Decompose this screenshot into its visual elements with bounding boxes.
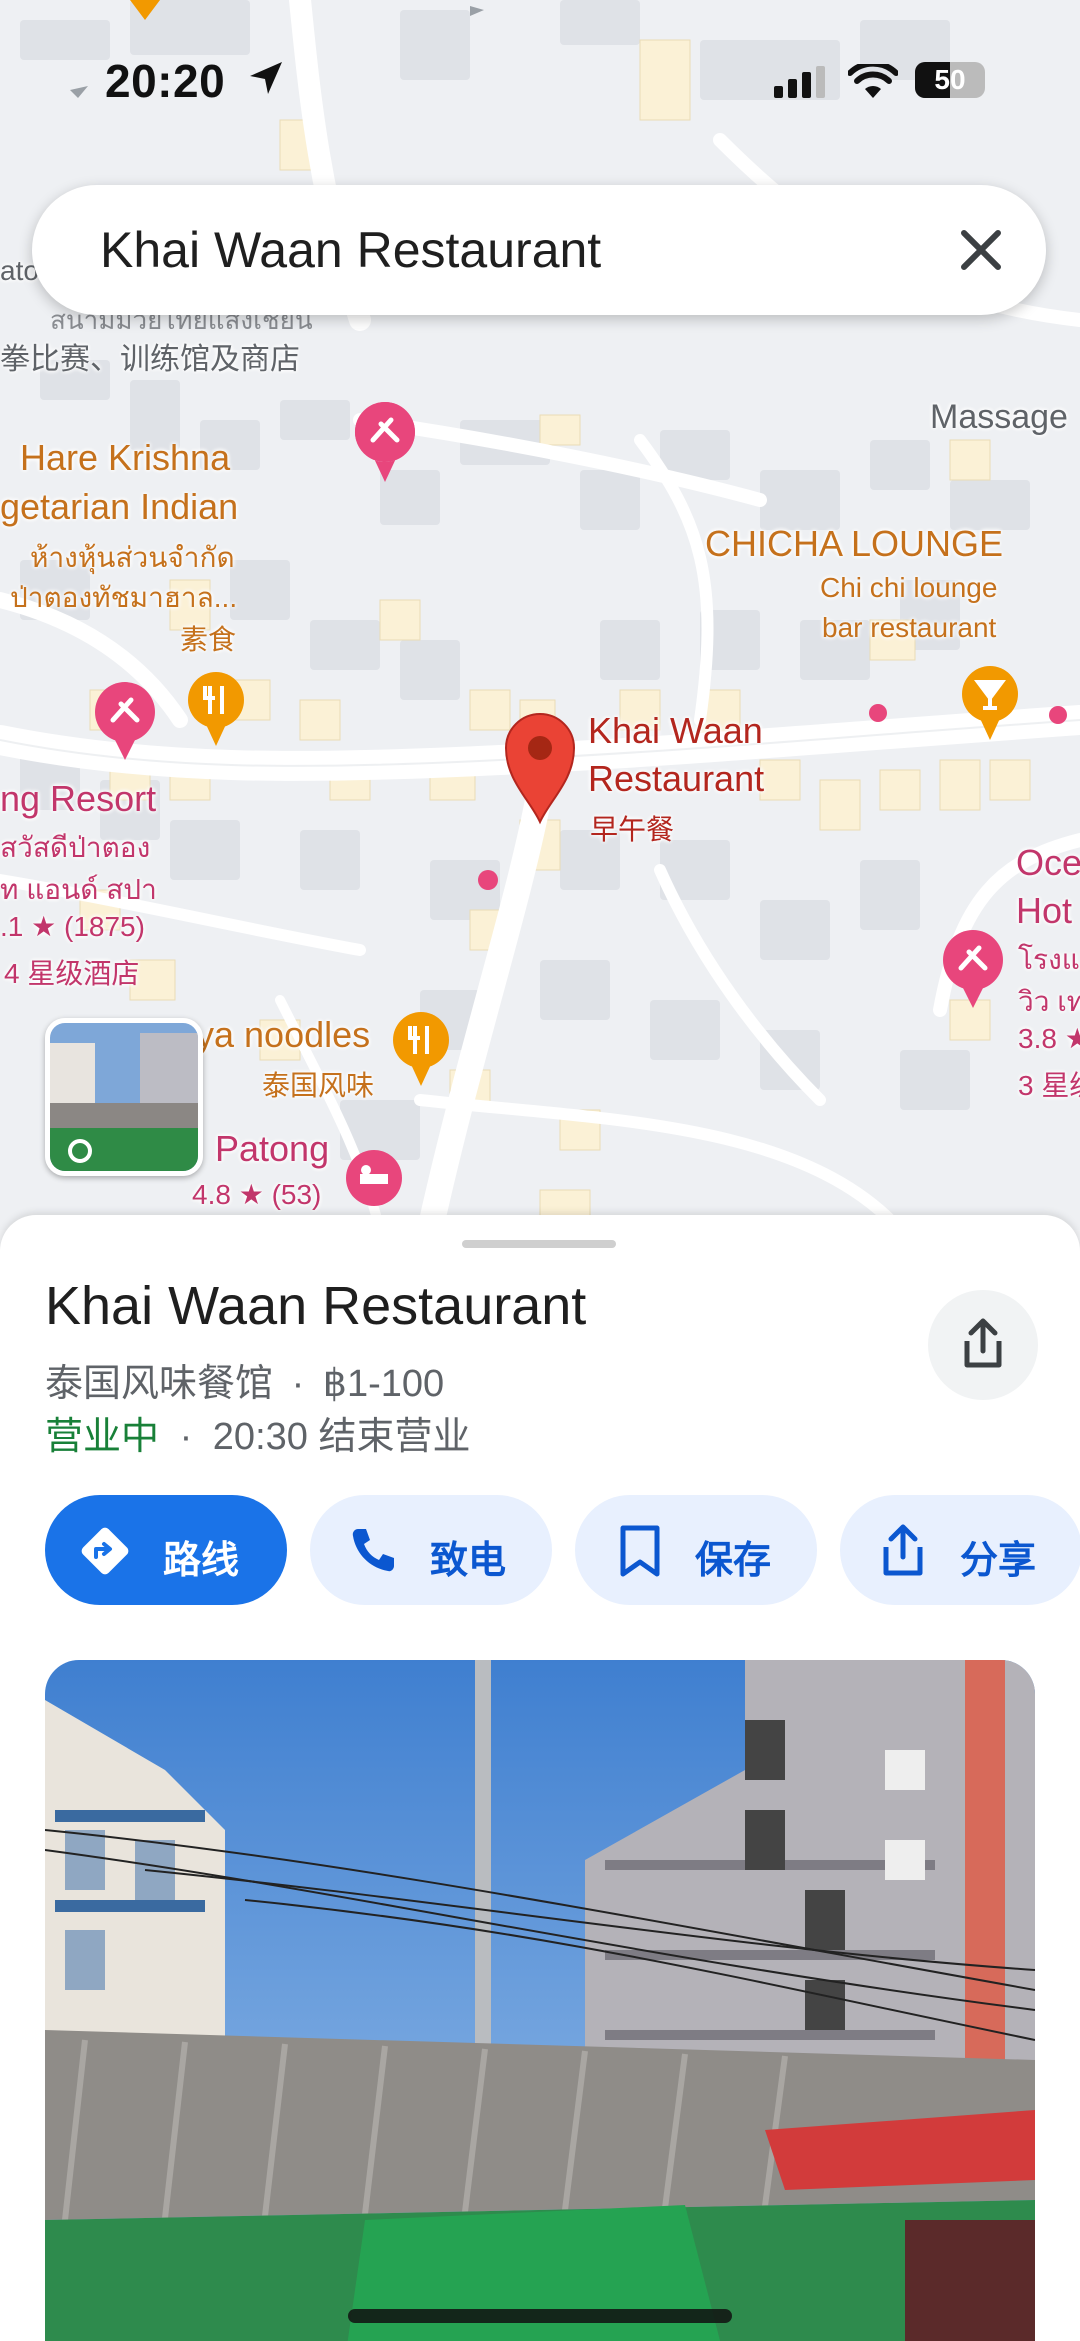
cellular-signal-icon xyxy=(774,66,825,98)
place-category: 泰国风味餐馆 xyxy=(45,1363,274,1405)
call-button[interactable]: 致电 xyxy=(310,1495,552,1605)
share-button-top[interactable] xyxy=(928,1290,1038,1400)
close-icon[interactable] xyxy=(954,223,1008,277)
map-label-chicha-sub-1: Chi chi lounge xyxy=(820,572,998,603)
map-label-hare-krishna-2[interactable]: getarian Indian xyxy=(0,486,238,528)
map-label-noodles-category: 泰国风味 xyxy=(262,1070,375,1101)
map-label-selected-category: 早午餐 xyxy=(590,814,675,845)
status-time: 20:20 xyxy=(105,55,226,107)
map-label-ocean-category: 3 星级 xyxy=(1018,1070,1080,1101)
map-label-hare-krishna[interactable]: Hare Krishna xyxy=(20,437,230,479)
map-label-ocean-thai-1: โรงแ xyxy=(1018,944,1080,975)
map-label-resort[interactable]: ng Resort xyxy=(0,778,156,820)
meta-separator: · xyxy=(291,1363,305,1405)
phone-icon xyxy=(352,1529,394,1572)
map-label-sports-venue: 拳比赛、训练馆及商店 xyxy=(0,343,300,376)
map-label-selected-name-1[interactable]: Khai Waan xyxy=(588,710,763,752)
share-icon-chip xyxy=(883,1524,923,1576)
map-label-hare-krishna-thai-2: ป่าตองทัชมาฮาล... xyxy=(10,582,238,613)
map-label-ocean-2[interactable]: Hot xyxy=(1016,890,1072,932)
place-price: ฿1-100 xyxy=(322,1363,445,1405)
hours-separator: · xyxy=(179,1416,193,1458)
place-photo[interactable] xyxy=(45,1660,1035,2341)
map-label-hare-krishna-category: 素食 xyxy=(180,624,237,655)
search-query[interactable]: Khai Waan Restaurant xyxy=(100,221,601,279)
map-label-resort-category: 4 星级酒店 xyxy=(4,958,140,989)
search-bar[interactable]: Khai Waan Restaurant xyxy=(32,185,1046,315)
drag-handle[interactable] xyxy=(462,1240,616,1248)
status-bar: 20:20 50 xyxy=(0,50,1080,110)
place-hours[interactable]: 营业中 · 20:30 结束营业 xyxy=(45,1405,470,1460)
map-label-resort-thai-1: สวัสดีป่าตอง xyxy=(0,832,151,863)
map-label-chicha-lounge[interactable]: CHICHA LOUNGE xyxy=(705,523,1003,565)
save-button[interactable]: 保存 xyxy=(575,1495,817,1605)
map-label-noodles[interactable]: ya noodles xyxy=(196,1014,370,1056)
place-meta: 泰国风味餐馆 · ฿1-100 xyxy=(45,1352,444,1407)
map-label-massage[interactable]: Massage xyxy=(930,398,1068,437)
save-label: 保存 xyxy=(695,1540,772,1582)
map-label-chicha-sub-2: bar restaurant xyxy=(822,612,997,643)
street-view-thumbnail[interactable] xyxy=(45,1018,203,1176)
map-label-resort-rating: .1 ★ (1875) xyxy=(0,911,145,942)
map-label-hare-krishna-thai-1: ห้างหุ้นส่วนจำกัด xyxy=(30,542,235,573)
directions-button[interactable]: 路线 xyxy=(45,1495,287,1605)
map-label-selected-name-2[interactable]: Restaurant xyxy=(588,758,764,800)
place-title: Khai Waan Restaurant xyxy=(45,1276,587,1336)
directions-label: 路线 xyxy=(163,1540,240,1582)
home-indicator[interactable] xyxy=(348,2309,732,2323)
wifi-icon xyxy=(848,64,898,98)
map-label-patong-rating: 4.8 ★ (53) xyxy=(192,1179,322,1210)
map-label-ocean-1[interactable]: Oce xyxy=(1016,842,1080,884)
share-label: 分享 xyxy=(960,1540,1037,1582)
share-button[interactable]: 分享 xyxy=(840,1495,1080,1605)
map-label-resort-thai-2: ท แอนด์ สปา xyxy=(0,874,157,905)
directions-icon xyxy=(81,1527,129,1575)
map-label-ocean-rating: 3.8 ★ xyxy=(1018,1023,1080,1054)
battery-level: 50 xyxy=(934,64,966,95)
call-label: 致电 xyxy=(430,1540,507,1582)
place-sheet[interactable]: Khai Waan Restaurant 泰国风味餐馆 · ฿1-100 营业中… xyxy=(0,1215,1080,2341)
battery-icon: 50 xyxy=(915,62,985,98)
open-status: 营业中 xyxy=(45,1416,160,1458)
bookmark-icon xyxy=(620,1525,660,1577)
closing-time: 20:30 结束营业 xyxy=(212,1416,471,1458)
map-label-ocean-thai-2: วิว เท xyxy=(1018,986,1080,1017)
share-icon xyxy=(964,1318,1002,1368)
location-arrow-icon xyxy=(250,62,282,94)
map-label-patong[interactable]: Patong xyxy=(215,1128,329,1170)
